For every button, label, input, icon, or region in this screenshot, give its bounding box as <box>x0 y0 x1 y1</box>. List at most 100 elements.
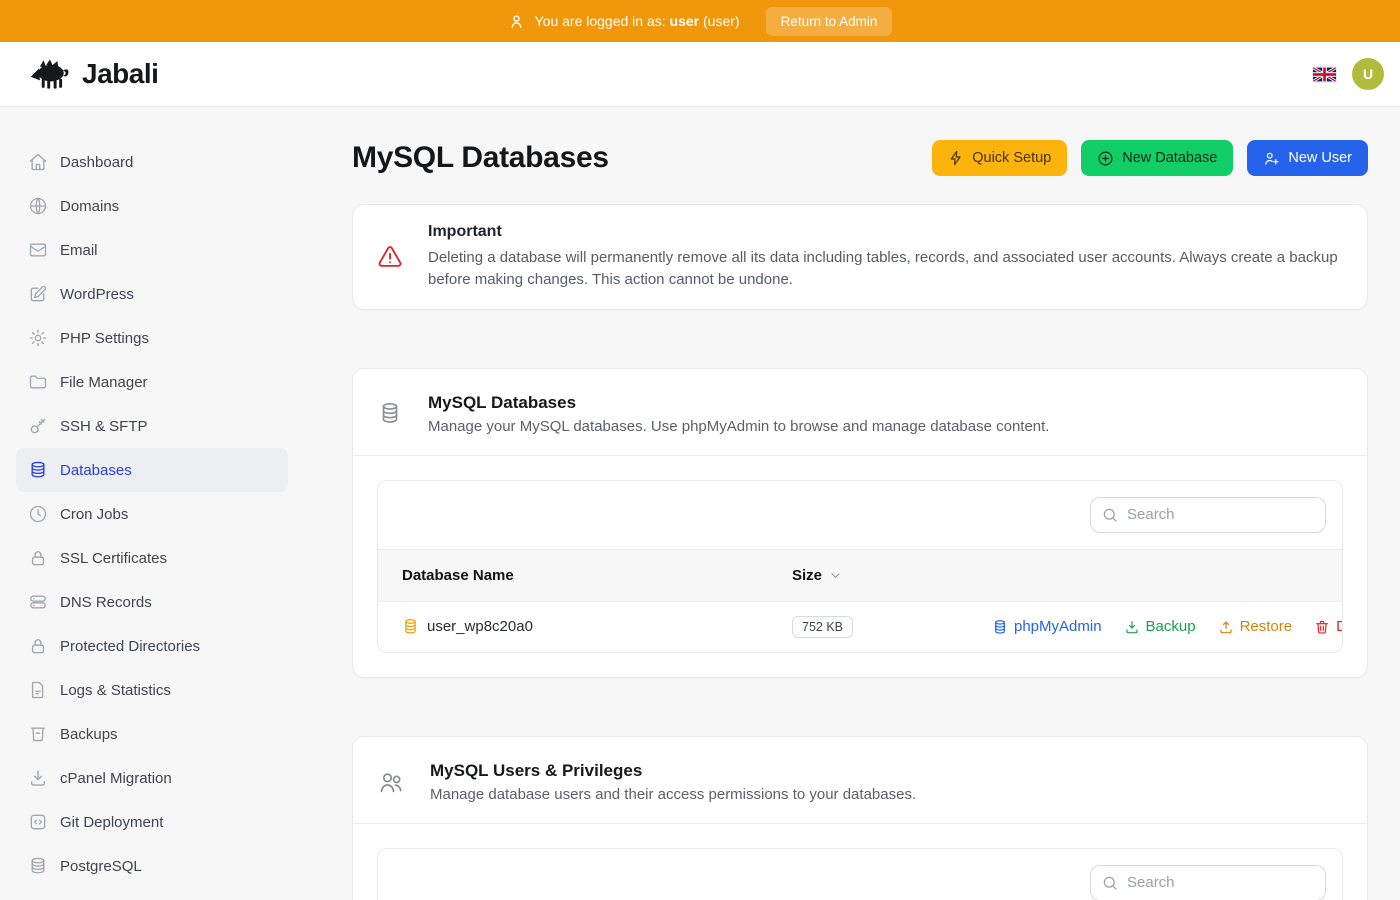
sidebar-item-label: DNS Records <box>60 594 152 611</box>
sidebar-item-php-settings[interactable]: PHP Settings <box>16 316 288 360</box>
sidebar-item-label: Logs & Statistics <box>60 682 171 699</box>
page-title: MySQL Databases <box>352 141 609 175</box>
trash-icon <box>1314 619 1330 635</box>
users-section: MySQL Users & Privileges Manage database… <box>352 736 1368 900</box>
logged-in-status: You are logged in as: user (user) <box>508 13 740 30</box>
users-table-panel: User Database Privileges <box>377 848 1343 900</box>
sidebar-item-label: PHP Settings <box>60 330 149 347</box>
new-user-button[interactable]: New User <box>1247 140 1368 176</box>
databases-search <box>1090 497 1326 533</box>
warning-body: Deleting a database will permanently rem… <box>428 247 1343 291</box>
users-section-description: Manage database users and their access p… <box>430 786 916 803</box>
database-icon <box>992 618 1008 636</box>
delete-link[interactable]: Delete <box>1314 618 1343 635</box>
return-to-admin-button[interactable]: Return to Admin <box>766 7 893 36</box>
sidebar-item-ssl-certificates[interactable]: SSL Certificates <box>16 536 288 580</box>
database-row: user_wp8c20a0 752 KB phpMyAdmin <box>378 601 1342 652</box>
user-icon <box>508 13 525 30</box>
lightning-icon <box>948 150 964 166</box>
sidebar-item-domains[interactable]: Domains <box>16 184 288 228</box>
chevron-down-icon <box>828 568 843 583</box>
warning-card: Important Deleting a database will perma… <box>352 204 1368 310</box>
sidebar-item-label: Email <box>60 242 98 259</box>
brand-name: Jabali <box>82 58 158 90</box>
sidebar-item-label: Protected Directories <box>60 638 200 655</box>
sidebar-item-label: Domains <box>60 198 119 215</box>
upload-icon <box>1218 619 1234 635</box>
logged-in-prefix: You are logged in as: <box>535 13 666 29</box>
users-section-title: MySQL Users & Privileges <box>430 761 916 781</box>
sidebar-item-label: Git Deployment <box>60 814 163 831</box>
sidebar-item-label: Databases <box>60 462 132 479</box>
app-header: Jabali U <box>0 42 1400 107</box>
users-icon <box>377 768 405 796</box>
language-flag-icon[interactable] <box>1313 67 1336 82</box>
column-size-sort[interactable]: Size <box>792 567 992 584</box>
sidebar-item-cron-jobs[interactable]: Cron Jobs <box>16 492 288 536</box>
lock-icon <box>28 548 48 568</box>
sidebar-item-git-deployment[interactable]: Git Deployment <box>16 800 288 844</box>
document-icon <box>28 680 48 700</box>
sidebar: Dashboard Domains Email WordPress PHP Se… <box>0 107 304 900</box>
sidebar-item-dashboard[interactable]: Dashboard <box>16 140 288 184</box>
phpmyadmin-link[interactable]: phpMyAdmin <box>992 618 1102 636</box>
sidebar-item-label: PostgreSQL <box>60 858 142 875</box>
sidebar-item-protected-directories[interactable]: Protected Directories <box>16 624 288 668</box>
users-search <box>1090 865 1326 900</box>
pencil-square-icon <box>28 284 48 304</box>
gear-icon <box>28 328 48 348</box>
clock-icon <box>28 504 48 524</box>
sidebar-item-cpanel-migration[interactable]: cPanel Migration <box>16 756 288 800</box>
boar-logo-icon <box>28 57 72 91</box>
quick-setup-button[interactable]: Quick Setup <box>932 140 1067 176</box>
sidebar-item-label: Backups <box>60 726 118 743</box>
download-icon <box>28 768 48 788</box>
databases-section-description: Manage your MySQL databases. Use phpMyAd… <box>428 418 1049 435</box>
database-name: user_wp8c20a0 <box>427 618 533 635</box>
key-icon <box>28 416 48 436</box>
sidebar-item-postgresql[interactable]: PostgreSQL <box>16 844 288 888</box>
main-content: MySQL Databases Quick Setup New Database… <box>304 107 1400 900</box>
mail-icon <box>28 240 48 260</box>
sidebar-item-wordpress[interactable]: WordPress <box>16 272 288 316</box>
sidebar-item-file-manager[interactable]: File Manager <box>16 360 288 404</box>
search-icon <box>1101 506 1119 524</box>
sidebar-item-label: SSH & SFTP <box>60 418 148 435</box>
logged-in-role: (user) <box>703 13 740 29</box>
sidebar-item-backups[interactable]: Backups <box>16 712 288 756</box>
database-icon <box>377 399 403 429</box>
user-plus-icon <box>1263 150 1280 167</box>
users-search-input[interactable] <box>1090 865 1326 900</box>
warning-title: Important <box>428 223 1343 241</box>
sidebar-item-label: cPanel Migration <box>60 770 172 787</box>
user-avatar[interactable]: U <box>1352 58 1384 90</box>
home-icon <box>28 152 48 172</box>
databases-table-header: Database Name Size <box>378 549 1342 601</box>
archive-icon <box>28 724 48 744</box>
download-icon <box>1124 619 1140 635</box>
sidebar-item-logs-statistics[interactable]: Logs & Statistics <box>16 668 288 712</box>
column-database-name: Database Name <box>402 567 514 584</box>
search-icon <box>1101 874 1119 892</box>
sidebar-item-ssh-sftp[interactable]: SSH & SFTP <box>16 404 288 448</box>
databases-search-input[interactable] <box>1090 497 1326 533</box>
server-icon <box>28 592 48 612</box>
folder-icon <box>28 372 48 392</box>
sidebar-item-databases[interactable]: Databases <box>16 448 288 492</box>
databases-section-title: MySQL Databases <box>428 393 1049 413</box>
databases-section: MySQL Databases Manage your MySQL databa… <box>352 368 1368 678</box>
sidebar-item-partial[interactable] <box>16 888 288 900</box>
backup-link[interactable]: Backup <box>1124 618 1196 635</box>
new-database-button[interactable]: New Database <box>1081 140 1233 176</box>
plus-circle-icon <box>1097 150 1114 167</box>
sidebar-item-label: SSL Certificates <box>60 550 167 567</box>
warning-triangle-icon <box>377 244 403 270</box>
impersonation-banner: You are logged in as: user (user) Return… <box>0 0 1400 42</box>
database-size-badge: 752 KB <box>792 616 853 638</box>
sidebar-item-label: WordPress <box>60 286 134 303</box>
sidebar-item-dns-records[interactable]: DNS Records <box>16 580 288 624</box>
sidebar-item-email[interactable]: Email <box>16 228 288 272</box>
brand-logo[interactable]: Jabali <box>28 57 158 91</box>
database-icon <box>28 856 48 876</box>
restore-link[interactable]: Restore <box>1218 618 1293 635</box>
